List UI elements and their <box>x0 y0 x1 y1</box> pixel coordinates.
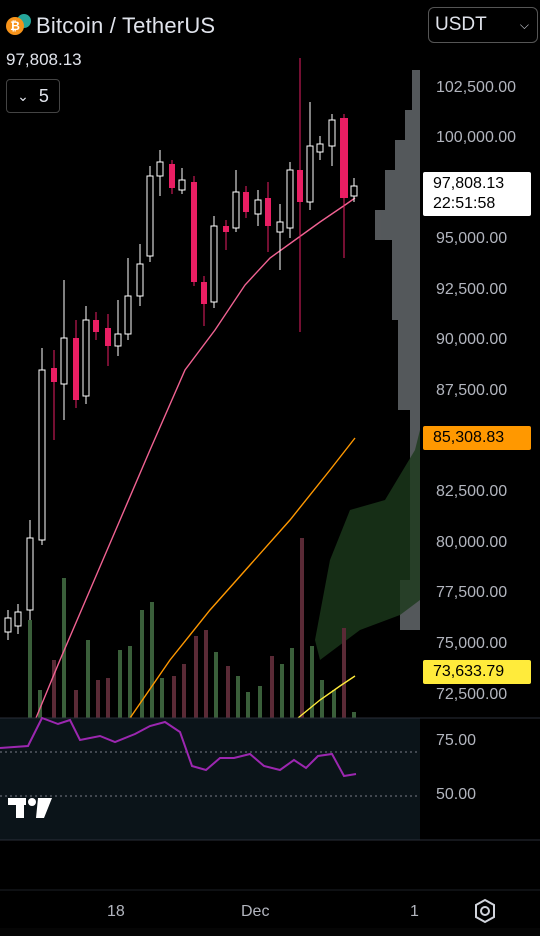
tradingview-logo-icon <box>8 798 52 818</box>
price-axis-label: 100,000.00 <box>436 129 517 146</box>
time-axis-label: Dec <box>241 903 270 920</box>
candles <box>4 58 358 640</box>
price-axis-label: 82,500.00 <box>436 483 508 500</box>
price-axis-label: 72,500.00 <box>436 686 508 703</box>
price-axis-label: 90,000.00 <box>436 331 508 348</box>
bar-countdown: 22:51:58 <box>433 195 496 212</box>
price-axis-label: 102,500.00 <box>436 79 517 96</box>
bottom-strip <box>0 928 540 936</box>
ma-yellow-line <box>297 675 356 719</box>
volume-bars <box>28 538 356 718</box>
gear-icon[interactable] <box>472 898 498 924</box>
price-axis-label: 75,000.00 <box>436 635 508 652</box>
price-axis-label: 80,000.00 <box>436 534 508 551</box>
current-price-tag: 97,808.13 22:51:58 <box>423 172 531 216</box>
ma-orange-tag: 85,308.83 <box>423 426 531 450</box>
rsi-band <box>0 718 420 840</box>
price-axis-label: 92,500.00 <box>436 281 508 298</box>
price-axis-label: 77,500.00 <box>436 584 508 601</box>
price-axis-label: 95,000.00 <box>436 230 508 247</box>
price-axis-label: 87,500.00 <box>436 382 508 399</box>
rsi-axis-label: 75.00 <box>436 732 477 749</box>
ma-orange-line <box>129 437 356 719</box>
current-price: 97,808.13 <box>433 175 505 192</box>
time-axis-label: 18 <box>107 903 125 920</box>
time-axis-label: 1 <box>410 903 419 920</box>
ma-yellow-tag: 73,633.79 <box>423 660 531 684</box>
tradingview-logo[interactable] <box>8 796 54 827</box>
rsi-axis-label: 50.00 <box>436 786 477 803</box>
